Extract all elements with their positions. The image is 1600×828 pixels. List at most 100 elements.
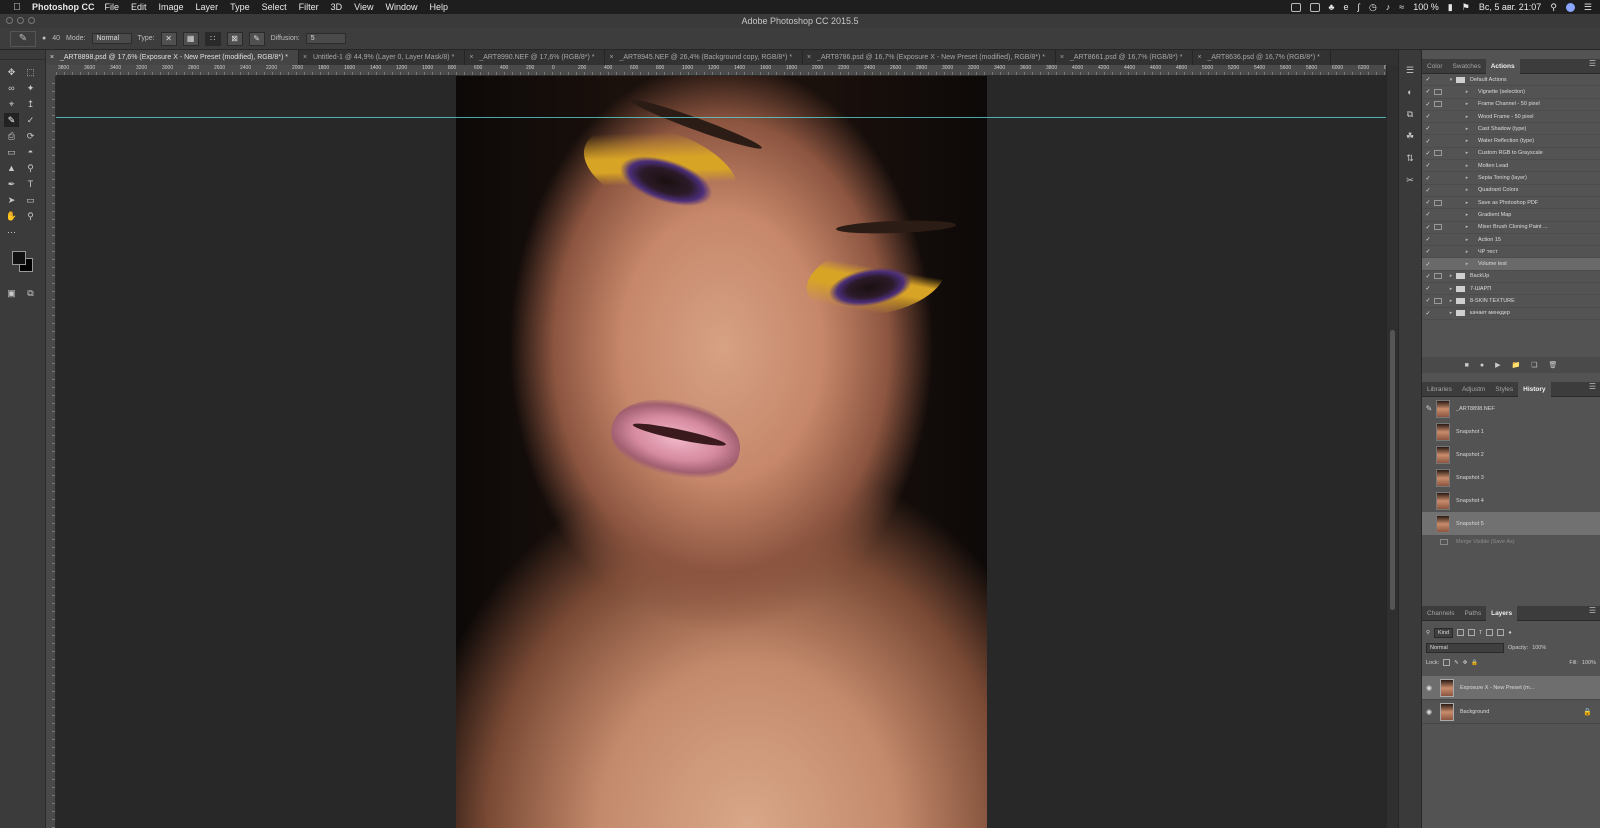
blend-mode-select[interactable]: Normal — [1426, 642, 1504, 653]
action-row[interactable]: ✓ ▸ Action 15 — [1422, 234, 1600, 247]
disclosure-triangle-icon[interactable]: ▸ — [1462, 212, 1472, 218]
doc-tab[interactable]: × _ART8786.psd @ 16,7% (Exposure X - New … — [803, 50, 1057, 65]
flag-icon[interactable]: ⚑ — [1462, 2, 1470, 13]
dialog-toggle-icon[interactable] — [1434, 286, 1442, 292]
dialog-toggle-icon[interactable] — [1434, 261, 1442, 267]
tool-presets-icon[interactable]: ✂ — [1403, 174, 1417, 186]
layer-row[interactable]: ◉ Exposure X - New Preset (m... — [1422, 676, 1600, 700]
horizontal-guide[interactable] — [56, 117, 1386, 118]
volume-icon[interactable]: ♪ — [1386, 2, 1391, 12]
layer-thumbnail[interactable] — [1440, 702, 1454, 721]
layer-name[interactable]: Exposure X - New Preset (m... — [1460, 685, 1534, 691]
filter-adjustment-icon[interactable] — [1468, 629, 1476, 636]
action-row[interactable]: ✓ ▸ Custom RGB to Grayscale — [1422, 148, 1600, 161]
brush-tool-icon[interactable]: ✓ — [23, 113, 38, 127]
checkmark-icon[interactable]: ✓ — [1422, 273, 1434, 280]
zoom-window-button[interactable] — [28, 17, 35, 24]
dialog-toggle-icon[interactable] — [1434, 310, 1442, 316]
apple-menu-icon[interactable]:  — [8, 2, 26, 13]
history-snapshot-row[interactable]: Snapshot 1 — [1422, 420, 1600, 443]
checkmark-icon[interactable]: ✓ — [1422, 76, 1434, 83]
path-selection-tool-icon[interactable]: ➤ — [4, 193, 19, 207]
blur-tool-icon[interactable]: ▲ — [4, 161, 19, 175]
scrollbar-thumb[interactable] — [1390, 330, 1395, 610]
doc-tab[interactable]: × Untitled-1 @ 44,9% (Layer 0, Layer Mask… — [299, 50, 466, 65]
history-snapshot-row[interactable]: Snapshot 2 — [1422, 443, 1600, 466]
menu-file[interactable]: File — [105, 2, 120, 12]
lock-position-icon[interactable]: ✥ — [1463, 660, 1468, 666]
screen-mode-icon[interactable]: ⧉ — [23, 286, 38, 300]
tab-history[interactable]: History — [1518, 381, 1551, 397]
dialog-toggle-icon[interactable] — [1434, 187, 1442, 193]
dialog-toggle-icon[interactable] — [1434, 212, 1442, 218]
filter-smart-object-icon[interactable] — [1497, 629, 1505, 636]
disclosure-triangle-icon[interactable]: ▾ — [1446, 77, 1456, 83]
quick-mask-icon[interactable]: ▣ — [4, 286, 19, 300]
evernote-icon[interactable]: ♣ — [1329, 2, 1335, 12]
checkmark-icon[interactable]: ✓ — [1422, 297, 1434, 304]
layer-name[interactable]: Background — [1460, 709, 1489, 715]
action-set-row[interactable]: ✓ ▸ 8-SKIN TEXTURE — [1422, 295, 1600, 308]
action-row[interactable]: ✓ ▸ Molten Lead — [1422, 160, 1600, 173]
dialog-toggle-icon[interactable] — [1434, 77, 1442, 83]
tab-channels[interactable]: Channels — [1422, 606, 1459, 621]
eyedropper-tool-icon[interactable]: ↥ — [23, 97, 38, 111]
canvas-vertical-scrollbar[interactable] — [1386, 65, 1398, 828]
checkmark-icon[interactable]: ✓ — [1422, 113, 1434, 120]
menu-filter[interactable]: Filter — [299, 2, 319, 12]
dialog-toggle-icon[interactable] — [1434, 237, 1442, 243]
menu-layer[interactable]: Layer — [196, 2, 219, 12]
document-image[interactable] — [456, 76, 987, 828]
checkmark-icon[interactable]: ✓ — [1422, 125, 1434, 132]
checkmark-icon[interactable]: ✓ — [1422, 248, 1434, 255]
close-tab-icon[interactable]: × — [609, 50, 613, 65]
disclosure-triangle-icon[interactable]: ▸ — [1462, 224, 1472, 230]
dialog-toggle-icon[interactable] — [1434, 114, 1442, 120]
user-avatar[interactable] — [1565, 2, 1575, 12]
close-tab-icon[interactable]: × — [303, 50, 307, 65]
action-row[interactable]: ✓ ▸ Sepia Toning (layer) — [1422, 172, 1600, 185]
disclosure-triangle-icon[interactable]: ▸ — [1462, 163, 1472, 169]
clone-stamp-tool-icon[interactable]: ⎙ — [4, 129, 19, 143]
opacity-value[interactable]: 100% — [1532, 645, 1546, 651]
hand-tool-icon[interactable]: ✋ — [4, 209, 19, 223]
close-tab-icon[interactable]: × — [1197, 50, 1201, 65]
close-window-button[interactable] — [6, 17, 13, 24]
checkmark-icon[interactable]: ✓ — [1422, 187, 1434, 194]
visibility-eye-icon[interactable]: ◉ — [1422, 684, 1436, 692]
screen-icon[interactable] — [1309, 2, 1320, 12]
panel-menu-icon[interactable]: ☰ — [1589, 59, 1596, 68]
menu-window[interactable]: Window — [385, 2, 417, 12]
play-icon[interactable]: ▶ — [1495, 361, 1500, 369]
dialog-toggle-icon[interactable] — [1434, 249, 1442, 255]
minimize-window-button[interactable] — [17, 17, 24, 24]
display-icon[interactable] — [1290, 2, 1301, 12]
layer-comps-icon[interactable]: ⧉ — [1403, 108, 1417, 120]
disclosure-triangle-icon[interactable]: ▸ — [1462, 200, 1472, 206]
disclosure-triangle-icon[interactable]: ▸ — [1462, 138, 1472, 144]
tab-color[interactable]: Color — [1422, 59, 1448, 74]
checkmark-icon[interactable]: ✓ — [1422, 162, 1434, 169]
close-tab-icon[interactable]: × — [1060, 50, 1064, 65]
checkmark-icon[interactable]: ✓ — [1422, 285, 1434, 292]
dialog-toggle-icon[interactable] — [1434, 273, 1442, 280]
dialog-toggle-icon[interactable] — [1434, 163, 1442, 169]
dialog-toggle-icon[interactable] — [1434, 297, 1442, 304]
notification-center-icon[interactable]: ☰ — [1584, 2, 1592, 13]
close-tab-icon[interactable]: × — [50, 50, 54, 65]
doc-tab[interactable]: × _ART8990.NEF @ 17,6% (RGB/8*) * — [465, 50, 606, 65]
checkmark-icon[interactable]: ✓ — [1422, 101, 1434, 108]
vertical-ruler[interactable] — [46, 76, 56, 828]
sample-all-layers-button[interactable]: ⊠ — [226, 31, 243, 46]
disclosure-triangle-icon[interactable]: ▸ — [1462, 101, 1472, 107]
fill-value[interactable]: 100% — [1582, 660, 1596, 666]
layer-row[interactable]: ◉ Background 🔒 — [1422, 700, 1600, 724]
toolbar-grip[interactable] — [0, 50, 45, 60]
bluetooth-icon[interactable]: ∫ — [1357, 2, 1359, 12]
zoom-tool-icon[interactable]: ⚲ — [23, 209, 38, 223]
disclosure-triangle-icon[interactable]: ▸ — [1446, 273, 1456, 279]
action-set-row[interactable]: ✓ ▸ 7-ШАРП — [1422, 283, 1600, 296]
close-tab-icon[interactable]: × — [807, 50, 811, 65]
action-row[interactable]: ✓ ▸ Vignette (selection) — [1422, 86, 1600, 99]
pen-tool-icon[interactable]: ✒ — [4, 177, 19, 191]
